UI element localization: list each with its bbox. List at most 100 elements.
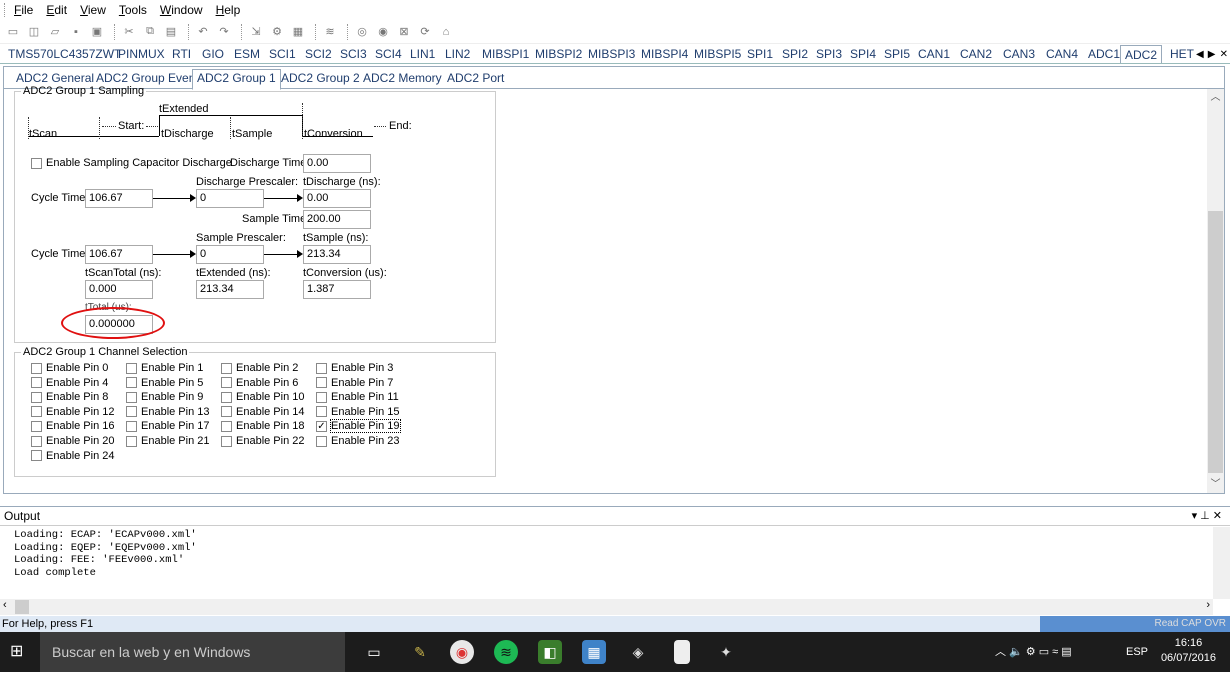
pin-checkbox-box[interactable] [126, 435, 137, 447]
module-tab-spi2[interactable]: SPI2 [782, 45, 808, 63]
pin-checkbox-12[interactable]: Enable Pin 12 [31, 406, 115, 418]
app-icon-2[interactable]: ◧ [538, 640, 562, 664]
enable-discharge-box[interactable] [31, 157, 42, 169]
textended-input[interactable]: 213.34 [196, 280, 264, 299]
module-tab-lin1[interactable]: LIN1 [410, 45, 435, 63]
chrome-icon[interactable]: ◉ [450, 640, 474, 664]
pin-checkbox-box[interactable] [126, 362, 137, 374]
tray-lang[interactable]: ESP [1126, 632, 1148, 672]
module-tab-gio[interactable]: GIO [202, 45, 224, 63]
spotify-icon[interactable]: ≋ [494, 640, 518, 664]
module-tab-adc2[interactable]: ADC2 [1120, 45, 1163, 63]
module-tab-lin2[interactable]: LIN2 [445, 45, 470, 63]
tscantotal-input[interactable]: 0.000 [85, 280, 153, 299]
pin-checkbox-9[interactable]: Enable Pin 9 [126, 391, 203, 403]
tray-icons[interactable]: ︿ 🔈 ⚙ ▭ ≈ ▤ [995, 632, 1072, 672]
module-tab-pinmux[interactable]: PINMUX [118, 45, 165, 63]
pin-checkbox-23[interactable]: Enable Pin 23 [316, 435, 400, 447]
output-vertical-scrollbar[interactable] [1213, 527, 1230, 599]
cut-icon[interactable]: ✂ [120, 24, 138, 40]
new-project-icon[interactable]: ◫ [25, 24, 43, 40]
module-tab-sci3[interactable]: SCI3 [340, 45, 367, 63]
module-tab-tms570lc4357zwt[interactable]: TMS570LC4357ZWT [8, 45, 121, 63]
pin-checkbox-21[interactable]: Enable Pin 21 [126, 435, 210, 447]
menu-edit[interactable]: Edit [46, 3, 67, 17]
tsample-input[interactable]: 213.34 [303, 245, 371, 264]
refresh-icon[interactable]: ⟳ [416, 24, 434, 40]
pin-checkbox-22[interactable]: Enable Pin 22 [221, 435, 305, 447]
module-tab-spi5[interactable]: SPI5 [884, 45, 910, 63]
module-tab-can2[interactable]: CAN2 [960, 45, 992, 63]
forward-icon[interactable]: ◉ [374, 24, 392, 40]
app-icon-1[interactable]: ✎ [408, 640, 432, 664]
module-tab-sci1[interactable]: SCI1 [269, 45, 296, 63]
home-icon[interactable]: ⌂ [437, 24, 455, 40]
module-tab-rti[interactable]: RTI [172, 45, 191, 63]
main-vertical-scrollbar[interactable]: ︿ ﹀ [1207, 89, 1224, 493]
pin-checkbox-0[interactable]: Enable Pin 0 [31, 362, 108, 374]
app-icon-3[interactable]: ▦ [582, 640, 606, 664]
module-tab-can1[interactable]: CAN1 [918, 45, 950, 63]
pin-checkbox-20[interactable]: Enable Pin 20 [31, 435, 115, 447]
cube-icon[interactable]: ◈ [626, 640, 650, 664]
pin-checkbox-24[interactable]: Enable Pin 24 [31, 450, 115, 462]
module-tab-mibspi5[interactable]: MIBSPI5 [694, 45, 741, 63]
module-tab-het[interactable]: HET [1170, 45, 1194, 63]
module-tab-mibspi3[interactable]: MIBSPI3 [588, 45, 635, 63]
pin-checkbox-2[interactable]: Enable Pin 2 [221, 362, 298, 374]
save-icon[interactable]: ▪ [67, 24, 85, 40]
pin-checkbox-16[interactable]: Enable Pin 16 [31, 420, 115, 432]
menu-view[interactable]: View [80, 3, 106, 17]
pin-checkbox-box[interactable] [221, 391, 232, 403]
undo-icon[interactable]: ↶ [194, 24, 212, 40]
close-icon[interactable]: ✕ [1220, 49, 1228, 60]
pin-checkbox-5[interactable]: Enable Pin 5 [126, 377, 203, 389]
module-tab-adc1[interactable]: ADC1 [1088, 45, 1120, 63]
pin-checkbox-box[interactable] [126, 420, 137, 432]
module-tab-spi1[interactable]: SPI1 [747, 45, 773, 63]
module-tab-mibspi2[interactable]: MIBSPI2 [535, 45, 582, 63]
pin-checkbox-19[interactable]: ✓ Enable Pin 19 [316, 419, 401, 434]
copy-icon[interactable]: ⧉ [141, 24, 159, 40]
menu-tools[interactable]: Tools [119, 3, 147, 17]
pin-checkbox-box[interactable] [31, 450, 42, 462]
menu-window[interactable]: Window [160, 3, 203, 17]
output-horizontal-scrollbar[interactable]: ‹ › [0, 599, 1213, 615]
pin-checkbox-11[interactable]: Enable Pin 11 [316, 391, 399, 403]
module-tab-esm[interactable]: ESM [234, 45, 260, 63]
output-controls[interactable]: ▾ ⊥ ✕ [1192, 507, 1222, 526]
module-tab-mibspi1[interactable]: MIBSPI1 [482, 45, 529, 63]
pin-checkbox-box[interactable] [31, 377, 42, 389]
paste-icon[interactable]: ▤ [162, 24, 180, 40]
menu-help[interactable]: Help [216, 3, 241, 17]
pin-checkbox-box[interactable] [126, 377, 137, 389]
pin-checkbox-18[interactable]: Enable Pin 18 [221, 420, 305, 432]
pin-checkbox-box[interactable] [221, 435, 232, 447]
discharge-time-input[interactable]: 0.00 [303, 154, 371, 173]
pin-checkbox-box[interactable] [221, 420, 232, 432]
pin-checkbox-1[interactable]: Enable Pin 1 [126, 362, 203, 374]
module-tab-can4[interactable]: CAN4 [1046, 45, 1078, 63]
cycle-time-input-1[interactable]: 106.67 [85, 189, 153, 208]
pin-checkbox-box[interactable] [316, 362, 327, 374]
pin-checkbox-box[interactable] [221, 377, 232, 389]
pin-checkbox-15[interactable]: Enable Pin 15 [316, 406, 400, 418]
new-icon[interactable]: ▭ [4, 24, 22, 40]
pin-checkbox-17[interactable]: Enable Pin 17 [126, 420, 210, 432]
paint-icon[interactable]: ✦ [714, 640, 738, 664]
open-icon[interactable]: ▱ [46, 24, 64, 40]
scroll-right-icon[interactable]: ▶ [1208, 49, 1216, 60]
pin-checkbox-4[interactable]: Enable Pin 4 [31, 377, 108, 389]
module-tab-sci4[interactable]: SCI4 [375, 45, 402, 63]
scroll-left-icon[interactable]: ‹ [3, 599, 7, 611]
tconversion-input[interactable]: 1.387 [303, 280, 371, 299]
module-tab-can3[interactable]: CAN3 [1003, 45, 1035, 63]
windows-start-icon[interactable]: ⊞ [10, 643, 28, 661]
pin-checkbox-box[interactable] [316, 435, 327, 447]
discharge-prescaler-input[interactable]: 0 [196, 189, 264, 208]
pin-checkbox-box[interactable] [316, 377, 327, 389]
pin-checkbox-box[interactable] [316, 391, 327, 403]
pin-checkbox-box[interactable] [126, 406, 137, 418]
stop-icon[interactable]: ⊠ [395, 24, 413, 40]
build-icon[interactable]: ⚙ [268, 24, 286, 40]
